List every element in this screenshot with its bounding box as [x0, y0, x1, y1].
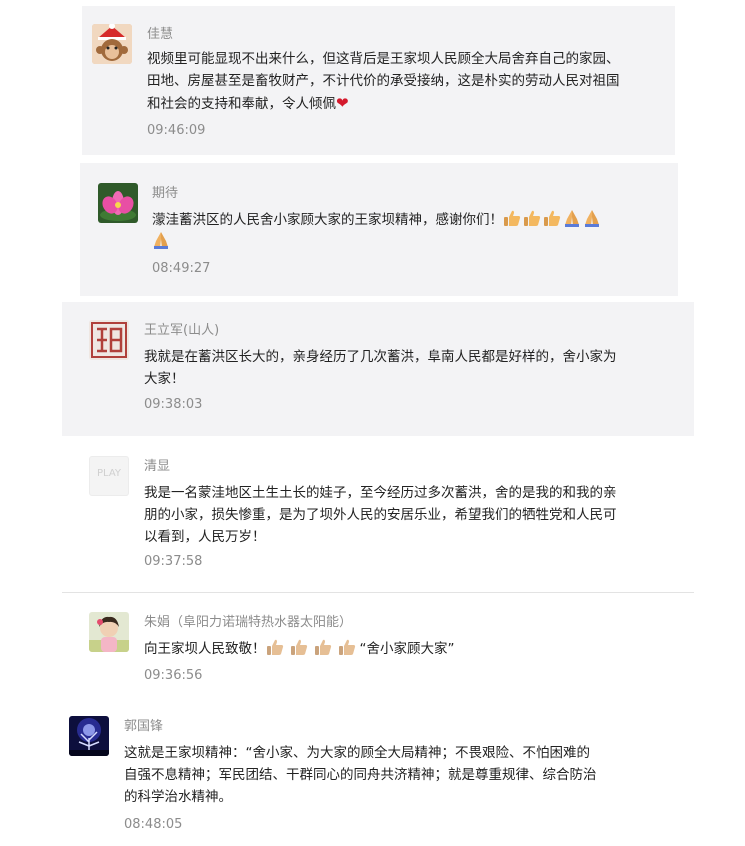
- comment-card: PLAY 清显 我是一名蒙洼地区土生土长的娃子，至今经历过多次蓄洪，舍的是我的和…: [62, 444, 694, 592]
- avatar[interactable]: PLAY: [89, 456, 129, 496]
- comment-time: 09:46:09: [147, 123, 206, 138]
- comment-time: 08:49:27: [152, 261, 211, 276]
- divider: [62, 592, 694, 593]
- thumbs-up-icon: [338, 638, 356, 656]
- comment-author[interactable]: 郭国锋: [124, 718, 163, 736]
- thumbs-up-icon: [543, 209, 561, 227]
- comment-time: 09:38:03: [144, 397, 203, 412]
- comment-card: 郭国锋 这就是王家坝精神：“舍小家、为大家的顾全大局精神；不畏艰险、不怕困难的自…: [60, 704, 696, 846]
- comment-quote: “舍小家顾大家”: [359, 641, 455, 657]
- avatar[interactable]: [92, 24, 132, 64]
- thumbs-up-icon: [314, 638, 332, 656]
- heart-icon: ❤: [336, 94, 349, 112]
- comment-author[interactable]: 佳慧: [147, 26, 173, 44]
- seal-avatar-icon: [89, 320, 129, 360]
- comment-time: 09:36:56: [144, 668, 203, 683]
- folded-hands-icon: [152, 231, 170, 249]
- comment-author[interactable]: 朱娟（阜阳力诺瑞特热水器太阳能）: [144, 614, 352, 632]
- comment-time: 09:37:58: [144, 554, 203, 569]
- avatar[interactable]: [69, 716, 109, 756]
- comment-card: 朱娟（阜阳力诺瑞特热水器太阳能） 向王家坝人民致敬！ “舍小家顾大家” 09:36…: [62, 594, 694, 699]
- comment-text-content: 向王家坝人民致敬！: [144, 641, 266, 657]
- comment-card: 佳慧 视频里可能显现不出来什么，但这背后是王家坝人民顾全大局舍弃自己的家园、田地…: [82, 6, 675, 155]
- comment-author[interactable]: 王立军(山人): [144, 322, 219, 340]
- thumbs-up-icon: [290, 638, 308, 656]
- comment-text: 向王家坝人民致敬！ “舍小家顾大家”: [144, 638, 624, 660]
- comment-author[interactable]: 期待: [152, 185, 178, 203]
- comment-time: 08:48:05: [124, 817, 183, 832]
- comment-text: 这就是王家坝精神：“舍小家、为大家的顾全大局精神；不畏艰险、不怕困难的自强不息精…: [124, 745, 597, 805]
- play-avatar-label: PLAY: [96, 468, 121, 479]
- comment-text: 我就是在蓄洪区长大的，亲身经历了几次蓄洪，阜南人民都是好样的，舍小家为大家！: [144, 349, 617, 387]
- comment-text-content: 濛洼蓄洪区的人民舍小家顾大家的王家坝精神，感谢你们！: [152, 212, 503, 228]
- monkey-avatar-icon: [92, 24, 132, 64]
- folded-hands-icon: [583, 209, 601, 227]
- thumbs-up-icon: [503, 209, 521, 227]
- comment-text: 濛洼蓄洪区的人民舍小家顾大家的王家坝精神，感谢你们！: [152, 209, 632, 253]
- avatar[interactable]: [98, 183, 138, 223]
- thumbs-up-icon: [523, 209, 541, 227]
- comment-text: 视频里可能显现不出来什么，但这背后是王家坝人民顾全大局舍弃自己的家园、田地、房屋…: [147, 48, 627, 115]
- folded-hands-icon: [563, 209, 581, 227]
- avatar[interactable]: [89, 320, 129, 360]
- comment-author[interactable]: 清显: [144, 458, 170, 476]
- comment-card: 期待 濛洼蓄洪区的人民舍小家顾大家的王家坝精神，感谢你们！ 08:49:27: [80, 163, 678, 296]
- comment-text-content: 视频里可能显现不出来什么，但这背后是王家坝人民顾全大局舍弃自己的家园、田地、房屋…: [147, 51, 620, 112]
- comment-text: 我是一名蒙洼地区土生土长的娃子，至今经历过多次蓄洪，舍的是我的和我的亲朋的小家，…: [144, 485, 617, 545]
- comment-card: 王立军(山人) 我就是在蓄洪区长大的，亲身经历了几次蓄洪，阜南人民都是好样的，舍…: [62, 302, 694, 436]
- lotus-avatar-icon: [98, 183, 138, 223]
- night-tree-avatar-icon: [69, 716, 109, 756]
- child-avatar-icon: [89, 612, 129, 652]
- avatar[interactable]: [89, 612, 129, 652]
- thumbs-up-icon: [266, 638, 284, 656]
